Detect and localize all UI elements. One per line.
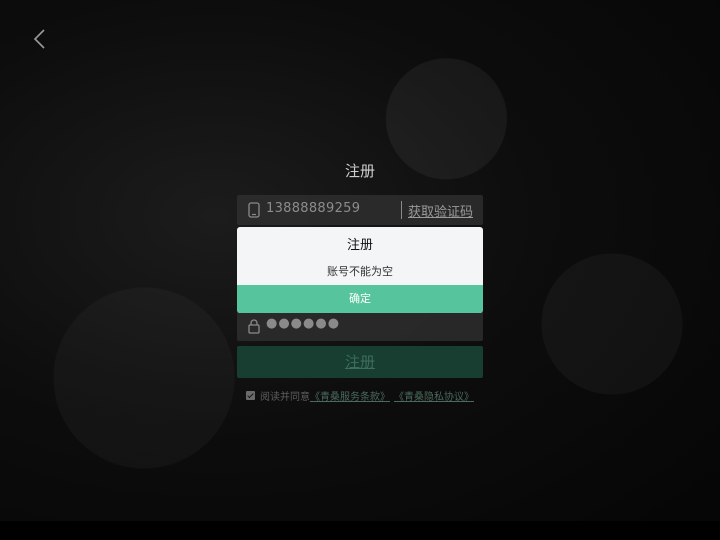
terms-link[interactable]: 《青桑服务条款》: [310, 388, 390, 403]
register-screen: 注册 13888889259 获取验证码 ●●●●●● 注册 阅读并同意 《青桑…: [0, 0, 720, 540]
field-divider: [401, 201, 402, 219]
agreement-prefix: 阅读并同意: [260, 391, 310, 403]
lock-icon: [247, 318, 261, 334]
register-button[interactable]: 注册: [237, 346, 483, 378]
chevron-left-icon[interactable]: [30, 28, 50, 50]
get-code-button[interactable]: 获取验证码: [408, 201, 473, 220]
dialog-title: 注册: [346, 238, 373, 253]
agreement-row: 阅读并同意 《青桑服务条款》 《青桑隐私协议》: [246, 388, 474, 403]
dialog-message: 账号不能为空: [327, 265, 393, 278]
phone-field[interactable]: 13888889259 获取验证码: [237, 195, 483, 225]
page-title: 注册: [344, 162, 375, 180]
dialog-ok-button[interactable]: 确定: [237, 285, 483, 313]
agree-checkbox[interactable]: [246, 390, 255, 400]
password-value[interactable]: ●●●●●●: [266, 316, 340, 331]
bottom-bar: [0, 521, 720, 540]
phone-icon: [247, 202, 261, 218]
alert-dialog: 注册 账号不能为空 确定: [237, 227, 483, 313]
privacy-link[interactable]: 《青桑隐私协议》: [394, 388, 474, 403]
password-field[interactable]: ●●●●●●: [237, 311, 483, 341]
phone-value[interactable]: 13888889259: [266, 201, 360, 216]
